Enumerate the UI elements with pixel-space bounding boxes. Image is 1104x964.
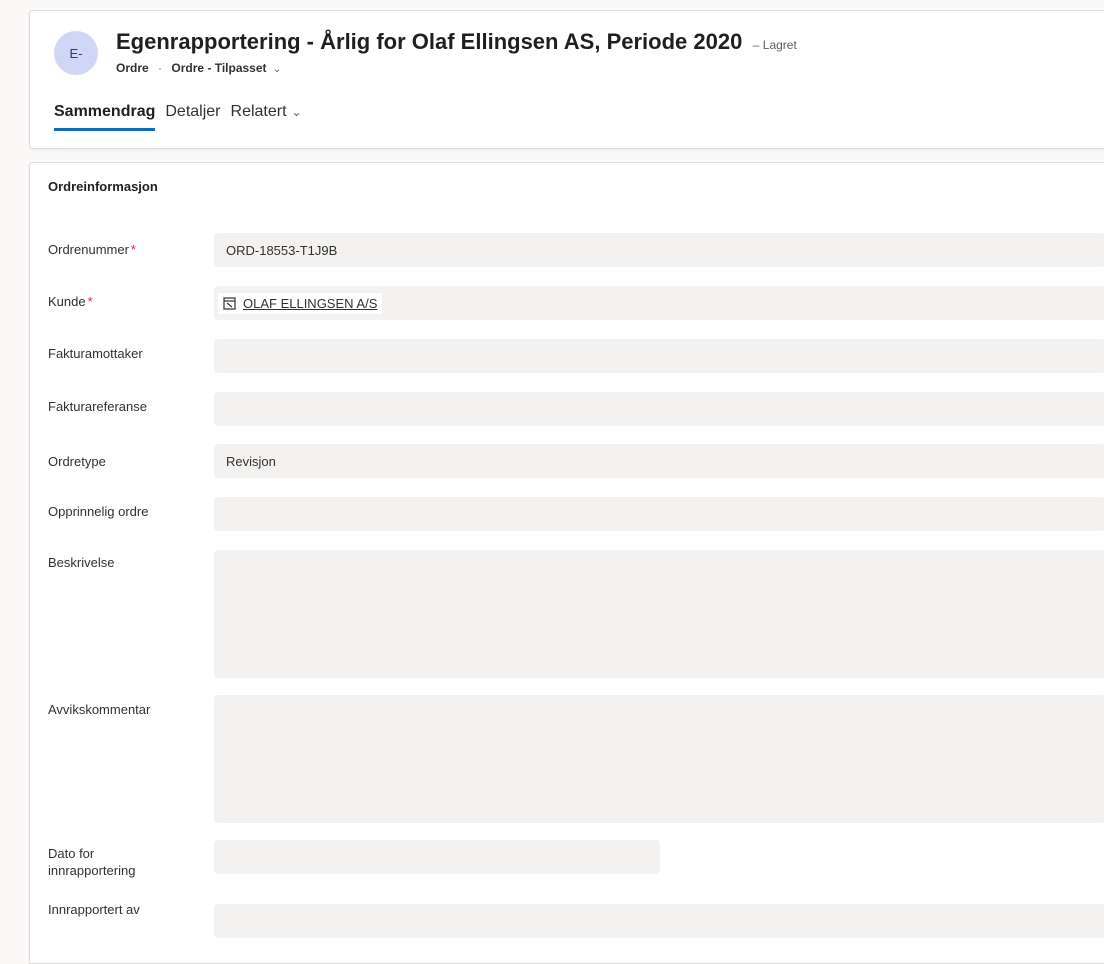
dato-innrapportering-label: Dato for innrapportering [48,846,136,878]
kunde-value: OLAF ELLINGSEN A/S [243,295,378,311]
fakturareferanse-field[interactable] [214,392,1104,426]
breadcrumb: Ordre · Ordre - Tilpasset ⌄ [116,61,281,75]
kunde-field[interactable]: OLAF ELLINGSEN A/S [214,286,1104,320]
chevron-down-icon: ⌄ [291,105,302,119]
record-header: E- Egenrapportering - Årlig for Olaf Ell… [29,10,1104,149]
dato-innrapportering-field[interactable] [214,840,660,874]
opprinnelig-ordre-field[interactable] [214,497,1104,531]
ordretype-label: Ordretype [48,454,106,469]
ordrenummer-label-text: Ordrenummer [48,242,129,257]
opprinnelig-ordre-label: Opprinnelig ordre [48,504,149,519]
tab-detaljer[interactable]: Detaljer [165,103,220,131]
tab-relatert[interactable]: Relatert ⌄ [231,103,302,131]
save-status: – Lagret [752,38,797,52]
fakturamottaker-label: Fakturamottaker [48,346,143,361]
innrapportert-av-field[interactable] [214,904,1104,938]
tab-label: Detaljer [165,103,221,120]
ordrenummer-label: Ordrenummer * [48,241,208,258]
required-marker: * [130,242,136,257]
beskrivelse-textarea[interactable] [214,550,1104,678]
entity-name: Ordre [116,61,149,75]
breadcrumb-separator: · [158,61,163,75]
tab-label: Relatert [230,103,287,120]
fakturamottaker-field[interactable] [214,339,1104,373]
kunde-label-text: Kunde [48,294,86,309]
avatar-initials: E- [69,45,83,61]
fakturareferanse-label: Fakturareferanse [48,399,147,414]
ordrenummer-value: ORD-18553-T1J9B [226,242,338,258]
ordrenummer-field[interactable]: ORD-18553-T1J9B [214,233,1104,267]
kunde-label: Kunde * [48,293,208,310]
avvikskommentar-textarea[interactable] [214,695,1104,823]
ordretype-value: Revisjon [226,453,276,469]
ordretype-field[interactable]: Revisjon [214,444,1104,478]
required-marker: * [87,294,93,309]
tab-label: Sammendrag [54,103,156,120]
beskrivelse-label: Beskrivelse [48,555,115,570]
avatar: E- [54,31,98,75]
title-row: Egenrapportering - Årlig for Olaf Elling… [116,29,797,55]
account-icon [223,296,236,310]
form-section: Ordreinformasjon Ordrenummer * ORD-18553-… [29,162,1104,964]
tab-sammendrag[interactable]: Sammendrag [54,103,156,131]
chevron-down-icon: ⌄ [272,64,282,75]
kunde-lookup-link[interactable]: OLAF ELLINGSEN A/S [218,292,383,314]
page-title: Egenrapportering - Årlig for Olaf Elling… [116,29,743,54]
innrapportert-av-label: Innrapportert av [48,902,140,917]
tab-list: Sammendrag Detaljer Relatert ⌄ [54,103,302,131]
section-title: Ordreinformasjon [48,179,158,194]
form-selector[interactable]: Ordre - Tilpasset ⌄ [171,61,281,75]
avvikskommentar-label: Avvikskommentar [48,702,151,717]
form-name: Ordre - Tilpasset [171,61,267,75]
